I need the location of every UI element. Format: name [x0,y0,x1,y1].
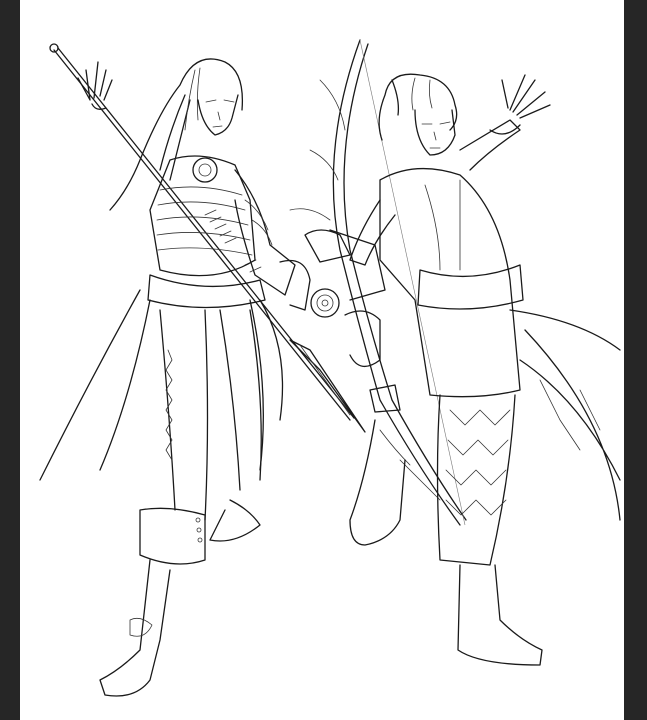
left-boot-cuff [139,507,206,565]
left-face [197,94,239,136]
left-torso [149,155,256,277]
right-hair [378,73,458,141]
left-brooch [192,157,218,183]
right-coat-tail [509,309,621,521]
bow-gem [310,288,340,318]
right-belt [417,264,524,310]
right-legs [436,394,516,566]
right-draw-arm [349,199,396,266]
left-figure [39,43,366,697]
workspace-margin-right [624,0,647,720]
drawing-canvas[interactable] [20,0,624,720]
left-arm-armored [234,169,296,296]
lineart-drawing [39,39,621,697]
right-figure [349,73,621,666]
right-raised-hand [489,74,551,135]
right-arm [459,119,521,171]
ornate-bow [289,39,467,526]
right-back-leg [349,419,406,546]
right-torso [379,167,521,398]
editor-workspace [0,0,647,720]
right-boot [457,564,543,666]
bow-string [359,39,466,526]
left-boot [99,559,171,697]
workspace-margin-left [0,0,20,720]
left-legs [159,309,262,521]
left-back-foot [209,499,261,542]
